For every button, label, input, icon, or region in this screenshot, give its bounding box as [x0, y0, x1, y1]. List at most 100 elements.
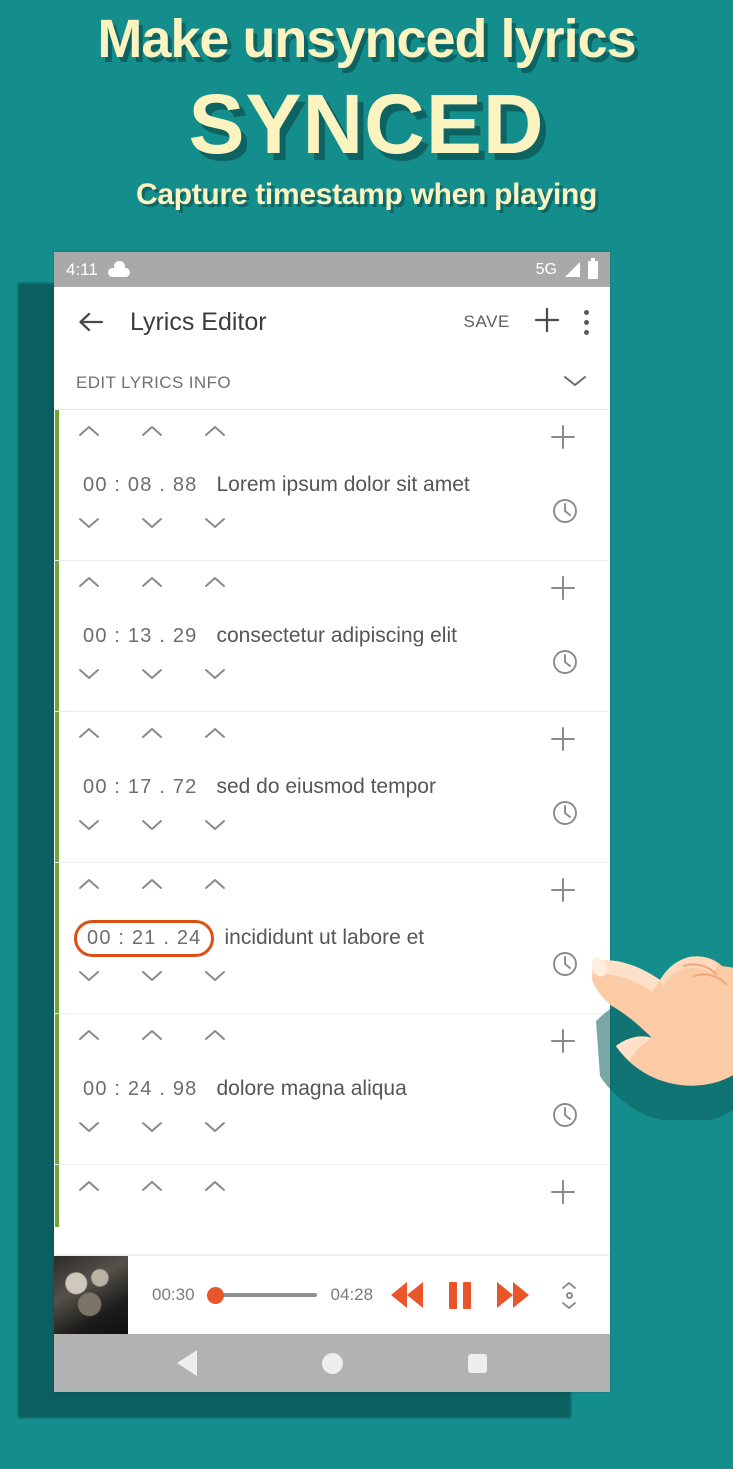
- album-art-thumbnail[interactable]: [54, 1256, 128, 1334]
- lyric-line: 00 : 24 . 98 dolore magna aliqua: [74, 1070, 407, 1108]
- chevron-up-icon[interactable]: [141, 726, 163, 745]
- capture-timestamp-icon[interactable]: [550, 798, 580, 833]
- player-progress-track: [212, 1293, 317, 1297]
- chevron-up-icon[interactable]: [78, 424, 100, 443]
- chevron-down-icon[interactable]: [204, 1120, 226, 1139]
- move-down-chevrons[interactable]: [78, 818, 226, 837]
- page-title: Lyrics Editor: [130, 307, 267, 336]
- chevron-up-icon[interactable]: [141, 1179, 163, 1198]
- timestamp-field[interactable]: 00 : 24 . 98: [74, 1073, 206, 1106]
- move-up-chevrons[interactable]: [78, 1028, 226, 1047]
- add-line-icon[interactable]: [548, 422, 578, 457]
- pointing-hand-icon: [591, 940, 733, 1123]
- move-up-chevrons[interactable]: [78, 1179, 226, 1198]
- chevron-down-icon[interactable]: [562, 373, 588, 394]
- chevron-up-icon[interactable]: [78, 1028, 100, 1047]
- lyric-text[interactable]: incididunt ut labore et: [224, 926, 424, 950]
- chevron-down-icon[interactable]: [141, 516, 163, 535]
- chevron-down-icon[interactable]: [204, 818, 226, 837]
- move-up-chevrons[interactable]: [78, 575, 226, 594]
- capture-timestamp-icon[interactable]: [550, 1100, 580, 1135]
- chevron-up-icon[interactable]: [141, 575, 163, 594]
- chevron-up-icon[interactable]: [78, 1179, 100, 1198]
- timestamp-field[interactable]: 00 : 08 . 88: [74, 469, 206, 502]
- chevron-down-icon[interactable]: [141, 667, 163, 686]
- lyric-row[interactable]: 00 : 13 . 29 consectetur adipiscing elit: [54, 561, 610, 712]
- speed-stepper-icon[interactable]: [561, 1281, 577, 1310]
- move-down-chevrons[interactable]: [78, 516, 226, 535]
- timestamp-field[interactable]: 00 : 21 . 24: [74, 919, 215, 957]
- promo-header: Make unsynced lyrics SYNCED Capture time…: [0, 0, 733, 236]
- chevron-down-icon[interactable]: [78, 818, 100, 837]
- move-up-chevrons[interactable]: [78, 877, 226, 896]
- chevron-down-icon[interactable]: [204, 667, 226, 686]
- fast-forward-icon[interactable]: [497, 1282, 530, 1308]
- lyric-line: 00 : 13 . 29 consectetur adipiscing elit: [74, 617, 457, 655]
- move-up-chevrons[interactable]: [78, 726, 226, 745]
- move-down-chevrons[interactable]: [78, 667, 226, 686]
- chevron-up-icon[interactable]: [78, 877, 100, 896]
- capture-timestamp-icon[interactable]: [550, 496, 580, 531]
- pause-icon[interactable]: [449, 1281, 472, 1309]
- lyric-text[interactable]: Lorem ipsum dolor sit amet: [216, 473, 469, 497]
- promo-headline-primary: Make unsynced lyrics: [97, 9, 636, 69]
- edit-lyrics-info-row[interactable]: EDIT LYRICS INFO: [54, 357, 610, 410]
- nav-home-icon[interactable]: [321, 1352, 343, 1374]
- back-arrow-icon[interactable]: [74, 305, 108, 339]
- add-line-icon[interactable]: [548, 1177, 578, 1212]
- add-line-icon[interactable]: [548, 1026, 578, 1061]
- chevron-up-icon[interactable]: [141, 424, 163, 443]
- add-line-icon[interactable]: [548, 724, 578, 759]
- move-down-chevrons[interactable]: [78, 1120, 226, 1139]
- chevron-up-icon[interactable]: [78, 726, 100, 745]
- nav-back-icon[interactable]: [176, 1350, 197, 1376]
- add-line-icon[interactable]: [548, 875, 578, 910]
- chevron-down-icon[interactable]: [204, 969, 226, 988]
- player-progress-slider[interactable]: [206, 1285, 317, 1305]
- chevron-up-icon[interactable]: [204, 1028, 226, 1047]
- timestamp-field[interactable]: 00 : 27 . 96: [74, 1224, 206, 1228]
- chevron-up-icon[interactable]: [204, 726, 226, 745]
- lyric-text[interactable]: dolore magna aliqua: [216, 1077, 406, 1101]
- lyrics-list[interactable]: 00 : 08 . 88 Lorem ipsum dolor sit amet 00…: [54, 410, 610, 1227]
- nav-recents-icon[interactable]: [468, 1353, 488, 1373]
- chevron-down-icon[interactable]: [141, 1120, 163, 1139]
- lyric-text[interactable]: consectetur adipiscing elit: [216, 624, 456, 648]
- promo-headline-emphasis: SYNCED: [188, 77, 545, 171]
- chevron-up-icon[interactable]: [204, 424, 226, 443]
- save-button[interactable]: SAVE: [464, 312, 511, 332]
- chevron-up-icon[interactable]: [141, 877, 163, 896]
- move-down-chevrons[interactable]: [78, 969, 226, 988]
- player-progress-thumb[interactable]: [206, 1286, 224, 1304]
- chevron-down-icon[interactable]: [78, 969, 100, 988]
- capture-timestamp-icon[interactable]: [550, 647, 580, 682]
- rewind-icon[interactable]: [391, 1282, 424, 1308]
- lyric-row[interactable]: 00 : 24 . 98 dolore magna aliqua: [54, 1014, 610, 1165]
- chevron-down-icon[interactable]: [141, 969, 163, 988]
- android-status-bar: 4:11 5G: [54, 252, 610, 287]
- lyric-row[interactable]: 00 : 27 . 96Ut enim ad minim veniam: [54, 1165, 610, 1227]
- timestamp-field[interactable]: 00 : 17 . 72: [74, 771, 206, 804]
- kebab-menu-icon[interactable]: [584, 307, 590, 337]
- lyric-row[interactable]: 00 : 08 . 88 Lorem ipsum dolor sit amet: [54, 410, 610, 561]
- chevron-down-icon[interactable]: [78, 667, 100, 686]
- chevron-up-icon[interactable]: [78, 575, 100, 594]
- chevron-up-icon[interactable]: [204, 1179, 226, 1198]
- chevron-up-icon[interactable]: [204, 877, 226, 896]
- chevron-down-icon[interactable]: [141, 818, 163, 837]
- timestamp-field[interactable]: 00 : 13 . 29: [74, 620, 206, 653]
- lyric-row[interactable]: 00 : 21 . 24 incididunt ut labore et: [54, 863, 610, 1014]
- lyric-row[interactable]: 00 : 17 . 72 sed do eiusmod tempor: [54, 712, 610, 863]
- chevron-up-icon[interactable]: [204, 575, 226, 594]
- player-duration: 04:28: [330, 1285, 374, 1304]
- chevron-down-icon[interactable]: [78, 1120, 100, 1139]
- capture-timestamp-icon[interactable]: [550, 949, 580, 984]
- chevron-up-icon[interactable]: [141, 1028, 163, 1047]
- chevron-down-icon[interactable]: [78, 516, 100, 535]
- lyric-text[interactable]: sed do eiusmod tempor: [216, 775, 435, 799]
- plus-icon[interactable]: [532, 305, 562, 340]
- chevron-down-icon[interactable]: [204, 516, 226, 535]
- add-line-icon[interactable]: [548, 573, 578, 608]
- signal-icon: [565, 262, 580, 277]
- move-up-chevrons[interactable]: [78, 424, 226, 443]
